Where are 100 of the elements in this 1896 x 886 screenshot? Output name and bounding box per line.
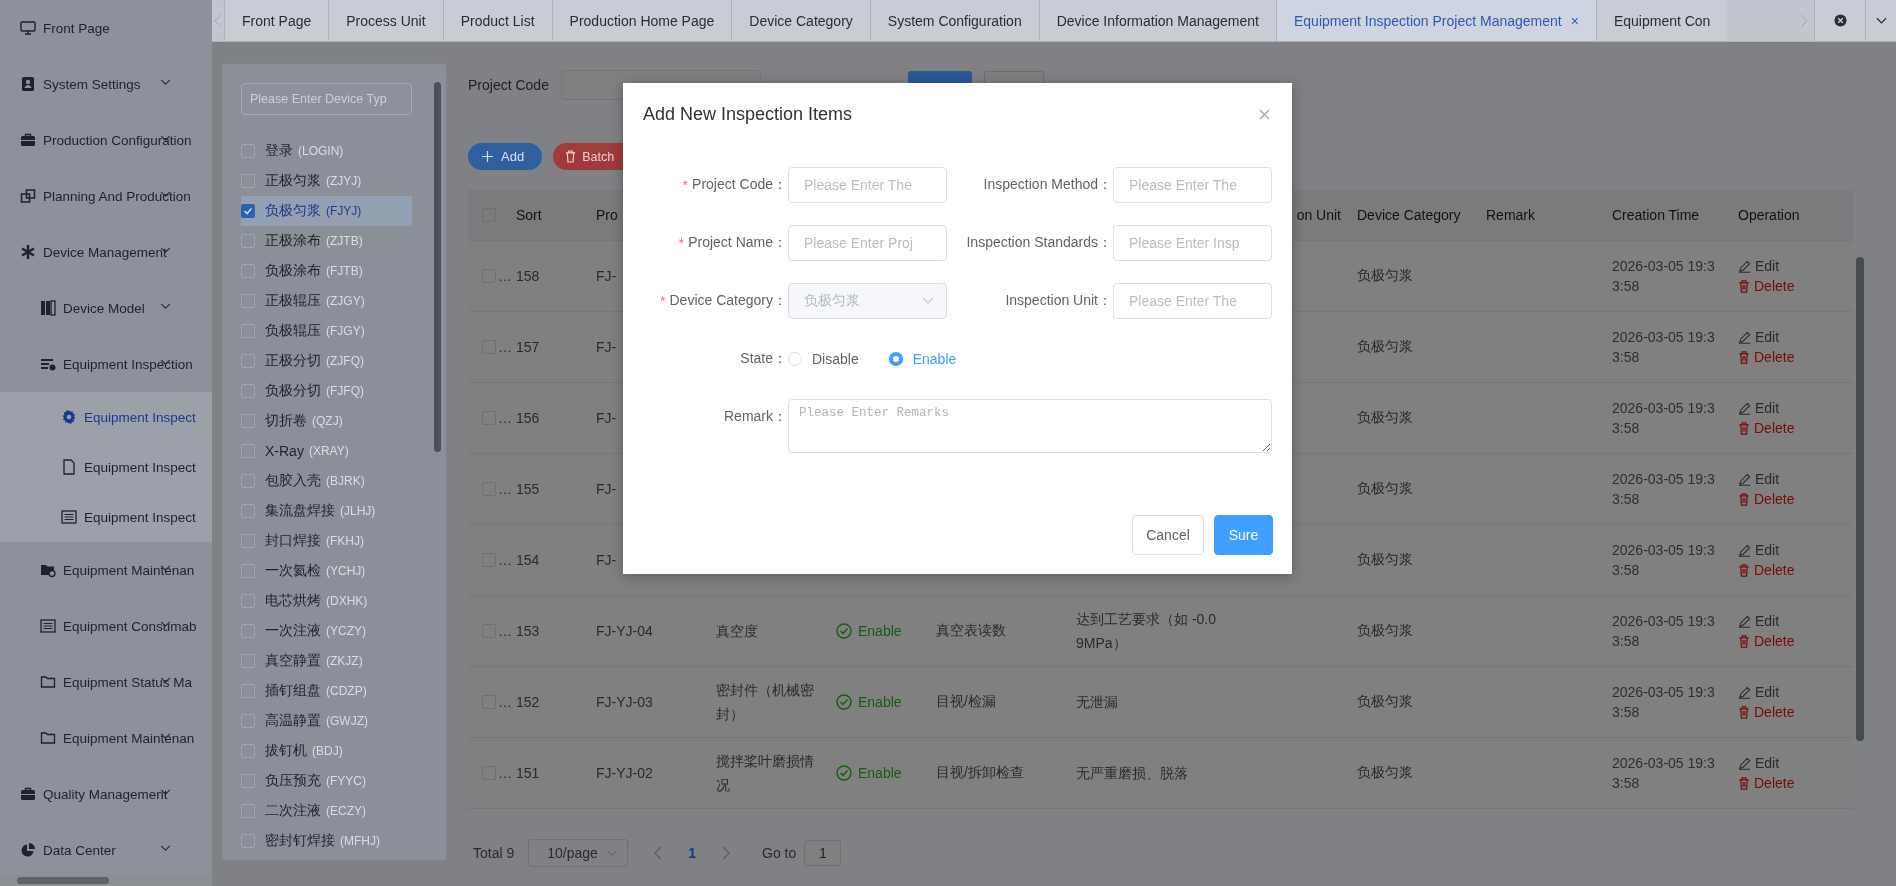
- tab[interactable]: Device Category: [731, 0, 870, 41]
- table-cell: FJ-: [596, 410, 617, 426]
- page-field[interactable]: 1: [804, 840, 842, 866]
- device-type-item[interactable]: 二次注液 (ECZY): [241, 796, 412, 826]
- input-field[interactable]: Please Enter Proj: [788, 225, 947, 261]
- sidebar-item[interactable]: Device Management: [0, 224, 212, 280]
- edit-link[interactable]: Edit: [1738, 683, 1780, 701]
- device-type-item[interactable]: 正极辊压 (ZJGY): [241, 286, 412, 316]
- device-type-item[interactable]: 负压预充 (FYYC): [241, 766, 412, 796]
- tab[interactable]: System Configuration: [869, 0, 1039, 41]
- sidebar-item[interactable]: Equipment Maintenan: [0, 710, 212, 766]
- radio-option[interactable]: Enable: [888, 351, 957, 367]
- device-type-item[interactable]: 登录 (LOGIN): [241, 136, 412, 166]
- sidebar-item[interactable]: Planning And Production: [0, 168, 212, 224]
- total-count: Total 9: [473, 845, 515, 861]
- table-cell: 目视/检漏: [936, 693, 996, 711]
- edit-link[interactable]: Edit: [1738, 257, 1780, 275]
- device-type-item[interactable]: 包胶入壳 (BJRK): [241, 466, 412, 496]
- remark-field[interactable]: Please Enter Remarks: [788, 399, 1272, 453]
- add-button[interactable]: Add: [468, 143, 543, 170]
- device-type-item[interactable]: 负极涂布 (FJTB): [241, 256, 412, 286]
- sidebar-item[interactable]: Equipment Inspect: [0, 442, 212, 492]
- asterisk-icon: [20, 244, 36, 260]
- sidebar-item[interactable]: Quality Management: [0, 766, 212, 822]
- delete-link[interactable]: Delete: [1738, 348, 1795, 366]
- device-type-item[interactable]: 正极分切 (ZJFQ): [241, 346, 412, 376]
- tab[interactable]: Production Home Page: [551, 0, 732, 41]
- windows-icon: [20, 188, 36, 204]
- sidebar-item[interactable]: Equipment Inspection: [0, 336, 212, 392]
- chevron-left-icon[interactable]: [654, 846, 663, 860]
- close-all-button[interactable]: [1814, 0, 1865, 41]
- edit-link[interactable]: Edit: [1738, 541, 1780, 559]
- device-type-item[interactable]: 一次氦检 (YCHJ): [241, 556, 412, 586]
- device-type-item[interactable]: 一次注液 (YCZY): [241, 616, 412, 646]
- sidebar-item[interactable]: Data Center: [0, 822, 212, 878]
- sidebar-item[interactable]: Equipment Maintenan: [0, 542, 212, 598]
- device-type-item[interactable]: 集流盘焊接 (JLHJ): [241, 496, 412, 526]
- column-header: Remark: [1485, 206, 1536, 225]
- device-type-item[interactable]: 拔钉机 (BDJ): [241, 736, 412, 766]
- delete-link[interactable]: Delete: [1738, 277, 1795, 295]
- chevron-right-icon[interactable]: [722, 846, 731, 860]
- table-cell: 151: [516, 765, 540, 781]
- sidebar-item[interactable]: Equipment Consumab: [0, 598, 212, 654]
- device-type-item[interactable]: 负极辊压 (FJGY): [241, 316, 412, 346]
- field-label: Inspection Standards：: [966, 234, 1112, 252]
- tab[interactable]: Product List: [442, 0, 552, 41]
- confirm-button[interactable]: Sure: [1214, 515, 1273, 555]
- sidebar-item[interactable]: Front Page: [0, 0, 212, 56]
- radio-option[interactable]: Disable: [788, 351, 859, 367]
- sidebar-item[interactable]: System Settings: [0, 56, 212, 112]
- page-number[interactable]: 1: [688, 845, 697, 861]
- delete-link[interactable]: Delete: [1738, 632, 1795, 650]
- sidebar-item[interactable]: Equipment Inspect: [0, 492, 212, 542]
- device-type-item[interactable]: 密封钉焊接 (MFHJ): [241, 826, 412, 856]
- delete-link[interactable]: Delete: [1738, 774, 1795, 792]
- device-type-item[interactable]: 负极匀浆 (FJYJ): [241, 196, 412, 226]
- device-type-item[interactable]: 高温静置 (GWJZ): [241, 706, 412, 736]
- device-type-item[interactable]: X-Ray (XRAY): [241, 436, 412, 466]
- cancel-button[interactable]: Cancel: [1132, 515, 1204, 555]
- input-field[interactable]: Please Enter The: [788, 167, 947, 203]
- device-type-item[interactable]: 插钉组盘 (CDZP): [241, 676, 412, 706]
- sidebar-item[interactable]: Equipment Status Ma: [0, 654, 212, 710]
- tab[interactable]: Process Unit: [328, 0, 443, 41]
- close-icon[interactable]: [1259, 108, 1270, 120]
- edit-link[interactable]: Edit: [1738, 612, 1780, 630]
- edit-link[interactable]: Edit: [1738, 399, 1780, 417]
- tab[interactable]: Front Page: [224, 0, 329, 41]
- column-header: Operation: [1737, 206, 1801, 225]
- device-type-item[interactable]: 正极匀浆 (ZJYJ): [241, 166, 412, 196]
- ellipsis: …: [498, 339, 512, 355]
- edit-link[interactable]: Edit: [1738, 470, 1780, 488]
- delete-link[interactable]: Delete: [1738, 490, 1795, 508]
- tab[interactable]: Equipment Con: [1595, 0, 1728, 41]
- device-type-item[interactable]: 封口焊接 (FKHJ): [241, 526, 412, 556]
- page-size-select[interactable]: 10/page: [528, 839, 629, 867]
- checkbox[interactable]: [241, 204, 255, 218]
- search-field[interactable]: Please Enter Device Typ: [241, 83, 412, 115]
- input-field[interactable]: Please Enter Insp: [1113, 225, 1272, 261]
- table-cell: 154: [516, 552, 540, 568]
- delete-link[interactable]: Delete: [1738, 419, 1795, 437]
- input-field[interactable]: Please Enter The: [1113, 167, 1272, 203]
- chevron-down-icon: [160, 359, 171, 366]
- device-type-item[interactable]: 电芯烘烤 (DXHK): [241, 586, 412, 616]
- device-type-item[interactable]: 负极分切 (FJFQ): [241, 376, 412, 406]
- tab[interactable]: Equipment Inspection Project Management ×: [1276, 0, 1596, 41]
- scrollbar[interactable]: [0, 875, 212, 886]
- device-type-item[interactable]: 切折卷 (QZJ): [241, 406, 412, 436]
- table-cell-text: 2026-03-05 19:33:58: [1612, 470, 1716, 509]
- edit-link[interactable]: Edit: [1738, 328, 1780, 346]
- sidebar-item[interactable]: Equipment Inspect: [0, 392, 212, 442]
- delete-link[interactable]: Delete: [1738, 561, 1795, 579]
- input-field[interactable]: Please Enter The: [1113, 283, 1272, 319]
- delete-link[interactable]: Delete: [1738, 703, 1795, 721]
- edit-link[interactable]: Edit: [1738, 754, 1780, 772]
- chevron-down-icon: [607, 849, 618, 857]
- sidebar-item[interactable]: Production Configuration: [0, 112, 212, 168]
- device-type-item[interactable]: 正极涂布 (ZJTB): [241, 226, 412, 256]
- device-type-item[interactable]: 真空静置 (ZKJZ): [241, 646, 412, 676]
- sidebar-item[interactable]: Device Model: [0, 280, 212, 336]
- tab[interactable]: Device Information Management: [1038, 0, 1276, 41]
